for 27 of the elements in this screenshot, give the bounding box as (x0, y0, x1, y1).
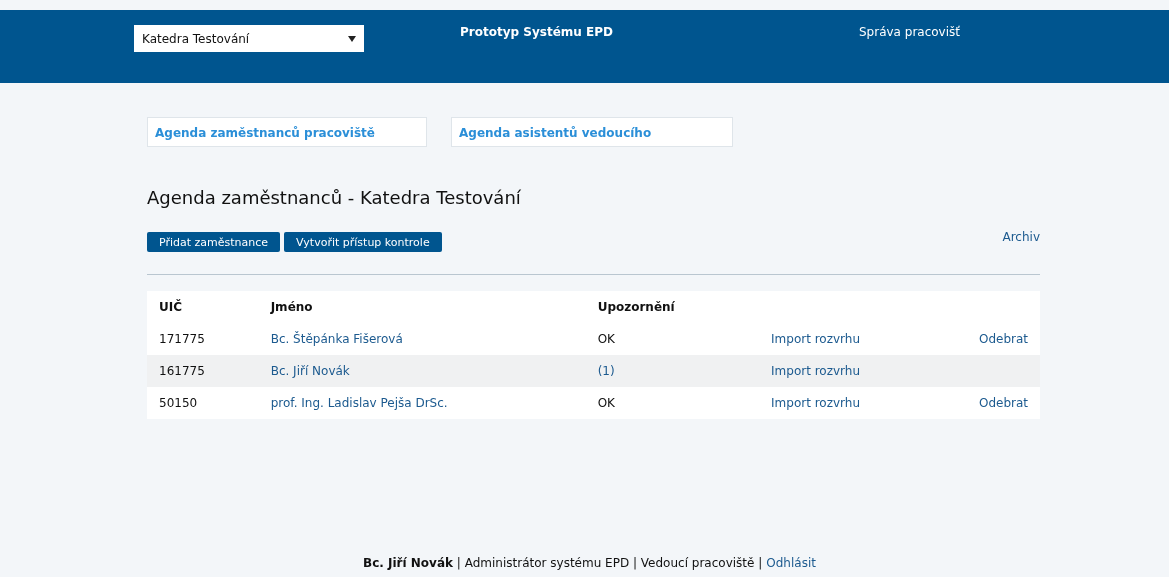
logout-link[interactable]: Odhlásit (766, 556, 816, 570)
employee-link[interactable]: Bc. Jiří Novák (270, 364, 350, 378)
alert-status: OK (597, 332, 615, 346)
department-select[interactable]: Katedra Testování (134, 25, 364, 52)
dropdown-caret-icon (348, 35, 356, 42)
import-link[interactable]: Import rozvrhu (771, 364, 861, 378)
employee-link[interactable]: prof. Ing. Ladislav Pejša DrSc. (270, 396, 448, 410)
table-cell: 50150 (159, 396, 198, 410)
action-button[interactable]: Vytvořit přístup kontrole (284, 232, 442, 252)
page-heading: Agenda zaměstnanců - Katedra Testování (147, 187, 522, 208)
user-info: Bc. Jiří Novák | Administrátor systému EPD | Vedoucí pracoviště | (363, 556, 763, 570)
import-link[interactable]: Import rozvrhu (771, 332, 861, 346)
remove-link[interactable]: Odebrat (978, 332, 1028, 346)
archive-link[interactable]: Archiv (1002, 230, 1040, 244)
table-cell: 171775 (159, 332, 205, 346)
remove-link[interactable]: Odebrat (978, 396, 1028, 410)
alert-link[interactable]: (1) (597, 364, 615, 378)
alert-status: OK (597, 396, 615, 410)
import-link[interactable]: Import rozvrhu (771, 396, 861, 410)
employee-link[interactable]: Bc. Štěpánka Fišerová (270, 332, 403, 346)
table-cell: 161775 (159, 364, 205, 378)
column-header: UIČ (159, 300, 182, 314)
column-header: Upozornění (597, 300, 675, 314)
app-title: Prototyp Systému EPD (459, 25, 614, 39)
nav-link[interactable]: Správa pracovišť (858, 25, 960, 39)
action-button[interactable]: Přidat zaměstnance (147, 232, 281, 252)
column-header: Jméno (270, 300, 313, 314)
